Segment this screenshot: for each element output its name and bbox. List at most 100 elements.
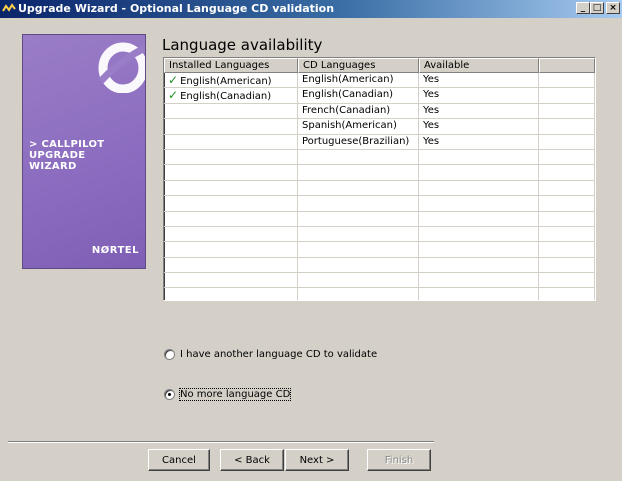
cell-cd [298,149,419,166]
option-no-more-label: No more language CD [178,388,292,401]
cell-available: Yes [419,73,539,89]
maximize-icon: □ [592,3,602,13]
footer-separator [8,441,434,443]
table-row[interactable] [164,288,595,300]
cell-installed [164,288,298,300]
option-another-cd[interactable]: I have another language CD to validate [164,349,377,360]
list-header: Installed Languages CD Languages Availab… [164,58,595,73]
close-icon: × [609,3,617,13]
option-no-more[interactable]: No more language CD [164,388,292,401]
cell-available: Yes [419,103,539,120]
cell-blank [539,149,595,166]
nortel-swirl-graphic [98,42,145,93]
cell-installed [164,226,298,243]
cell-available [419,149,539,166]
cell-cd: English(Canadian) [298,88,419,104]
cell-available [419,257,539,274]
table-row[interactable] [164,211,595,227]
cell-blank [539,242,595,258]
table-row[interactable] [164,180,595,197]
nortel-logo: NØRTEL [91,245,139,256]
cell-cd [298,226,419,243]
installed-language-label: English(American) [180,76,272,87]
cell-blank [539,103,595,120]
table-row[interactable] [164,273,595,289]
checkmark-icon: ✓ [168,73,179,87]
cell-installed [164,257,298,274]
cell-blank [539,288,595,300]
cell-blank [539,180,595,197]
table-row[interactable]: ✓ English(Canadian) English(Canadian) Yes [164,88,595,104]
cell-available [419,211,539,227]
column-header-cd[interactable]: CD Languages [298,58,419,73]
banner-line-1: > CALLPILOT [29,139,105,150]
maximize-button[interactable]: □ [590,2,604,14]
cell-blank [539,257,595,274]
cell-installed [164,119,298,135]
cell-cd [298,180,419,197]
cell-installed [164,180,298,197]
cell-blank [539,73,595,89]
cell-available [419,288,539,300]
table-row[interactable]: ✓ English(American) English(American) Yes [164,73,595,89]
finish-button[interactable]: Finish [367,449,431,471]
cell-installed: ✓ English(American) [164,73,298,89]
column-header-blank[interactable] [539,58,595,73]
wizard-banner: > CALLPILOT UPGRADE WIZARD NØRTEL [22,34,146,269]
cancel-button[interactable]: Cancel [148,449,210,471]
cell-installed: ✓ English(Canadian) [164,88,298,104]
cell-blank [539,196,595,212]
next-button[interactable]: Next > [285,449,349,471]
cell-cd [298,242,419,258]
cell-installed [164,211,298,227]
page-title: Language availability [162,36,323,54]
cell-available [419,180,539,197]
cell-installed [164,103,298,120]
language-list[interactable]: Installed Languages CD Languages Availab… [163,57,596,301]
cell-cd: English(American) [298,73,419,89]
radio-no-more[interactable] [164,389,175,400]
table-row[interactable] [164,196,595,212]
table-row[interactable] [164,149,595,166]
cell-blank [539,119,595,135]
cell-available: Yes [419,119,539,135]
cell-cd [298,257,419,274]
table-row[interactable] [164,242,595,258]
title-bar[interactable]: Upgrade Wizard - Optional Language CD va… [0,0,622,18]
column-header-installed[interactable]: Installed Languages [164,58,298,73]
cell-blank [539,273,595,289]
list-body: ✓ English(American) English(American) Yes ✓ E… [164,73,595,300]
installed-language-label: English(Canadian) [180,91,272,103]
cell-cd: Portuguese(Brazilian) [298,134,419,150]
cell-installed [164,273,298,289]
checkmark-icon: ✓ [168,88,179,103]
cell-cd [298,288,419,300]
back-button[interactable]: < Back [220,449,284,471]
close-button[interactable]: × [606,2,620,14]
table-row[interactable]: French(Canadian) Yes [164,103,595,120]
radio-another-cd[interactable] [164,349,175,360]
cell-installed [164,149,298,166]
cell-blank [539,165,595,181]
cell-installed [164,165,298,181]
window-title: Upgrade Wizard - Optional Language CD va… [18,2,335,15]
table-row[interactable]: Portuguese(Brazilian) Yes [164,134,595,150]
cell-cd [298,211,419,227]
minimize-icon: _ [580,3,586,13]
cell-cd [298,273,419,289]
cell-available [419,165,539,181]
cell-cd [298,165,419,181]
table-row[interactable]: Spanish(American) Yes [164,119,595,135]
wizard-app-icon [2,3,16,12]
cell-blank [539,88,595,104]
cell-cd: Spanish(American) [298,119,419,135]
table-row[interactable] [164,257,595,274]
column-header-available[interactable]: Available [419,58,539,73]
banner-line-2: UPGRADE [29,150,86,161]
cell-blank [539,211,595,227]
cell-installed [164,242,298,258]
table-row[interactable] [164,165,595,181]
minimize-button[interactable]: _ [576,2,590,14]
table-row[interactable] [164,226,595,243]
cell-installed [164,134,298,150]
